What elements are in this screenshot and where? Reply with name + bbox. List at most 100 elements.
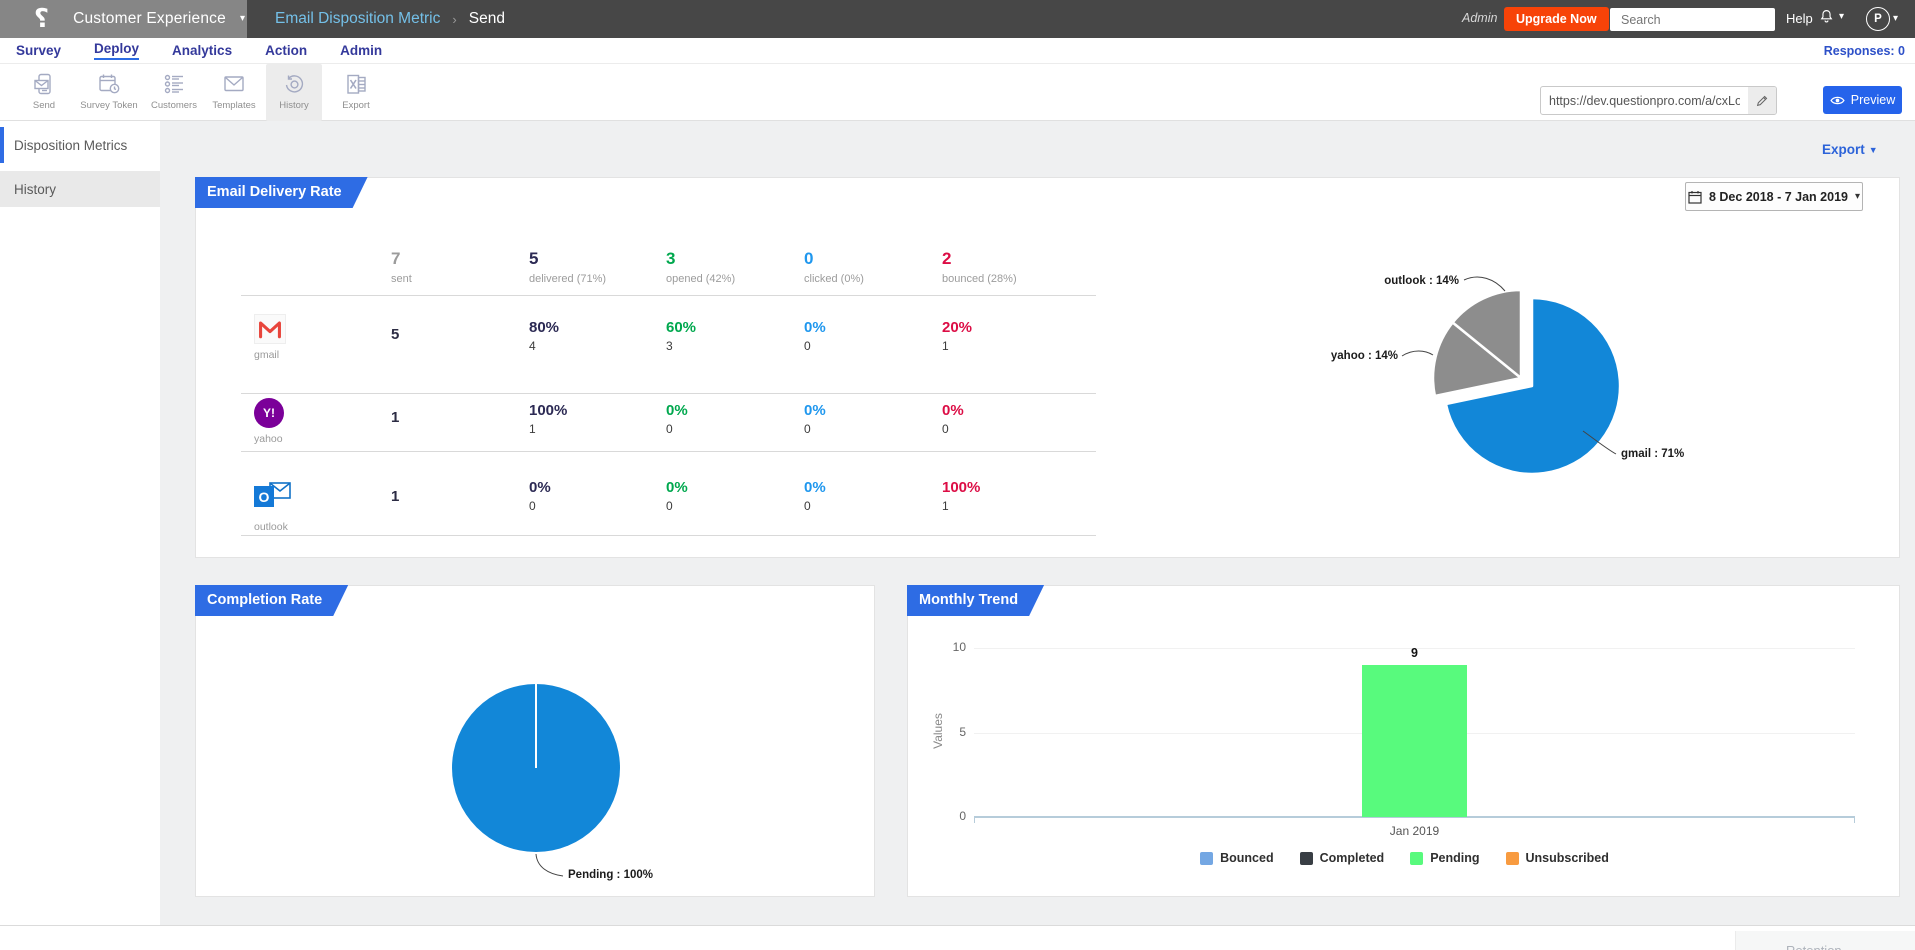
cell-opened-pct: 60% <box>666 319 804 336</box>
toolbar-export[interactable]: Export <box>328 64 384 121</box>
nav-item-survey[interactable]: Survey <box>16 43 61 58</box>
legend-item-completed[interactable]: Completed <box>1300 851 1385 865</box>
bar-value-label: 9 <box>1385 646 1445 660</box>
avatar: P <box>1866 7 1890 31</box>
nav-item-admin[interactable]: Admin <box>340 43 382 58</box>
date-range-value: 8 Dec 2018 - 7 Jan 2019 <box>1709 190 1848 204</box>
preview-button[interactable]: Preview <box>1823 86 1902 114</box>
y-tick-label: 0 <box>926 809 966 823</box>
calendar-icon <box>1688 190 1702 204</box>
table-row-gmail: gmail 5 80%4 60%3 0%0 20%1 <box>241 295 1096 393</box>
eye-icon <box>1830 95 1845 106</box>
account-menu[interactable]: P ▾ <box>1866 7 1898 31</box>
provider-label: outlook <box>254 521 391 533</box>
provider-label: gmail <box>254 349 391 361</box>
cell-clicked-pct: 0% <box>804 402 942 419</box>
cell-opened-n: 3 <box>666 339 804 353</box>
date-range-picker[interactable]: 8 Dec 2018 - 7 Jan 2019 ▾ <box>1685 182 1863 211</box>
delivery-pie-chart: outlook : 14% yahoo : 14% gmail : 71% <box>1321 231 1901 541</box>
responses-count[interactable]: Responses: 0 <box>1824 44 1905 58</box>
bell-icon <box>1818 8 1835 26</box>
summary-bounced-value: 2 <box>942 249 1096 269</box>
cell-bounced-pct: 0% <box>942 402 1096 419</box>
breadcrumb-survey-link[interactable]: Email Disposition Metric <box>275 10 440 28</box>
table-row-yahoo: Y! yahoo 1 100%1 0%0 0%0 0%0 <box>241 393 1096 451</box>
nav-item-analytics[interactable]: Analytics <box>172 43 232 58</box>
delivery-summary-row: 7sent 5delivered (71%) 3opened (42%) 0cl… <box>241 249 1096 285</box>
summary-clicked-label: clicked (0%) <box>804 273 942 285</box>
svg-text:O: O <box>259 489 270 505</box>
toolbar-history[interactable]: History <box>266 64 322 121</box>
bar-pending[interactable] <box>1362 665 1467 817</box>
nav-item-deploy[interactable]: Deploy <box>94 41 139 60</box>
workspace-label: Customer Experience <box>73 10 226 28</box>
completion-pie-chart: Pending : 100% <box>386 656 706 896</box>
summary-opened-label: opened (42%) <box>666 273 804 285</box>
toolbar-label: Templates <box>212 100 255 111</box>
callout-label: gmail : 71% <box>1621 448 1684 460</box>
gmail-icon <box>254 314 286 344</box>
y-tick-label: 5 <box>926 725 966 739</box>
toolbar-label: Customers <box>151 100 197 111</box>
chevron-down-icon: ▾ <box>1893 14 1898 24</box>
cell-bounced-pct: 100% <box>942 479 1096 496</box>
toolbar-customers[interactable]: Customers <box>146 64 202 121</box>
nav-item-action[interactable]: Action <box>265 43 307 58</box>
questionpro-logo-icon: ? <box>34 1 49 37</box>
x-category-label: Jan 2019 <box>1355 824 1475 838</box>
legend-swatch <box>1410 852 1423 865</box>
survey-url-field <box>1540 86 1777 115</box>
cell-bounced-n: 1 <box>942 499 1096 513</box>
cell-opened-n: 0 <box>666 422 804 436</box>
cell-delivered-pct: 0% <box>529 479 666 496</box>
search-box[interactable] <box>1610 8 1775 31</box>
edit-url-button[interactable] <box>1748 87 1776 114</box>
toolbar-survey-token[interactable]: Survey Token <box>76 64 142 121</box>
cell-opened-n: 0 <box>666 499 804 513</box>
callout-leader-line <box>1402 351 1433 356</box>
search-input[interactable] <box>1621 13 1782 27</box>
cell-delivered-pct: 100% <box>529 402 666 419</box>
breadcrumb-separator: › <box>452 12 456 27</box>
legend-label: Completed <box>1320 851 1385 865</box>
cell-delivered-n: 0 <box>529 499 666 513</box>
table-divider <box>241 535 1096 536</box>
callout-label: outlook : 14% <box>1384 275 1459 287</box>
cell-opened-pct: 0% <box>666 402 804 419</box>
toolbar-templates[interactable]: Templates <box>206 64 262 121</box>
sidebar-item-history[interactable]: History <box>0 171 160 207</box>
yahoo-icon: Y! <box>254 398 284 428</box>
send-phone-icon <box>32 72 56 96</box>
axis-end-tick <box>974 817 975 823</box>
summary-sent-label: sent <box>391 273 529 285</box>
card-title-ribbon: Email Delivery Rate <box>195 177 368 208</box>
app-root: ? Customer Experience ▾ Email Dispositio… <box>0 0 1915 950</box>
export-label: Export <box>1822 142 1865 157</box>
callout-leader-line <box>1464 277 1505 291</box>
callout-label: yahoo : 14% <box>1331 350 1398 362</box>
cell-delivered-n: 1 <box>529 422 666 436</box>
cell-delivered-n: 4 <box>529 339 666 353</box>
completion-rate-card: Completion Rate Pending : 100% <box>195 585 875 897</box>
notifications-menu[interactable]: ▾ <box>1818 8 1844 26</box>
help-link[interactable]: Help <box>1786 11 1813 26</box>
legend-item-bounced[interactable]: Bounced <box>1200 851 1273 865</box>
legend-item-pending[interactable]: Pending <box>1410 851 1479 865</box>
axis-end-tick <box>1854 817 1855 823</box>
breadcrumb: Email Disposition Metric › Send <box>275 0 505 38</box>
export-dropdown[interactable]: Export ▼ <box>1822 142 1878 157</box>
toolbar-label: Export <box>342 100 369 111</box>
sidebar-item-disposition-metrics[interactable]: Disposition Metrics <box>0 127 160 163</box>
survey-token-icon <box>97 72 121 96</box>
survey-url-input[interactable] <box>1541 87 1748 114</box>
upgrade-now-button[interactable]: Upgrade Now <box>1504 7 1609 31</box>
cell-clicked-n: 0 <box>804 339 942 353</box>
cell-clicked-pct: 0% <box>804 319 942 336</box>
outlook-icon: O <box>254 479 292 511</box>
workspace-switcher[interactable]: ? Customer Experience ▾ <box>0 0 247 38</box>
legend-item-unsubscribed[interactable]: Unsubscribed <box>1506 851 1609 865</box>
toolbar-send[interactable]: Send <box>16 64 72 121</box>
summary-delivered-label: delivered (71%) <box>529 273 666 285</box>
admin-label[interactable]: Admin <box>1462 11 1497 25</box>
cell-sent: 1 <box>391 488 399 505</box>
